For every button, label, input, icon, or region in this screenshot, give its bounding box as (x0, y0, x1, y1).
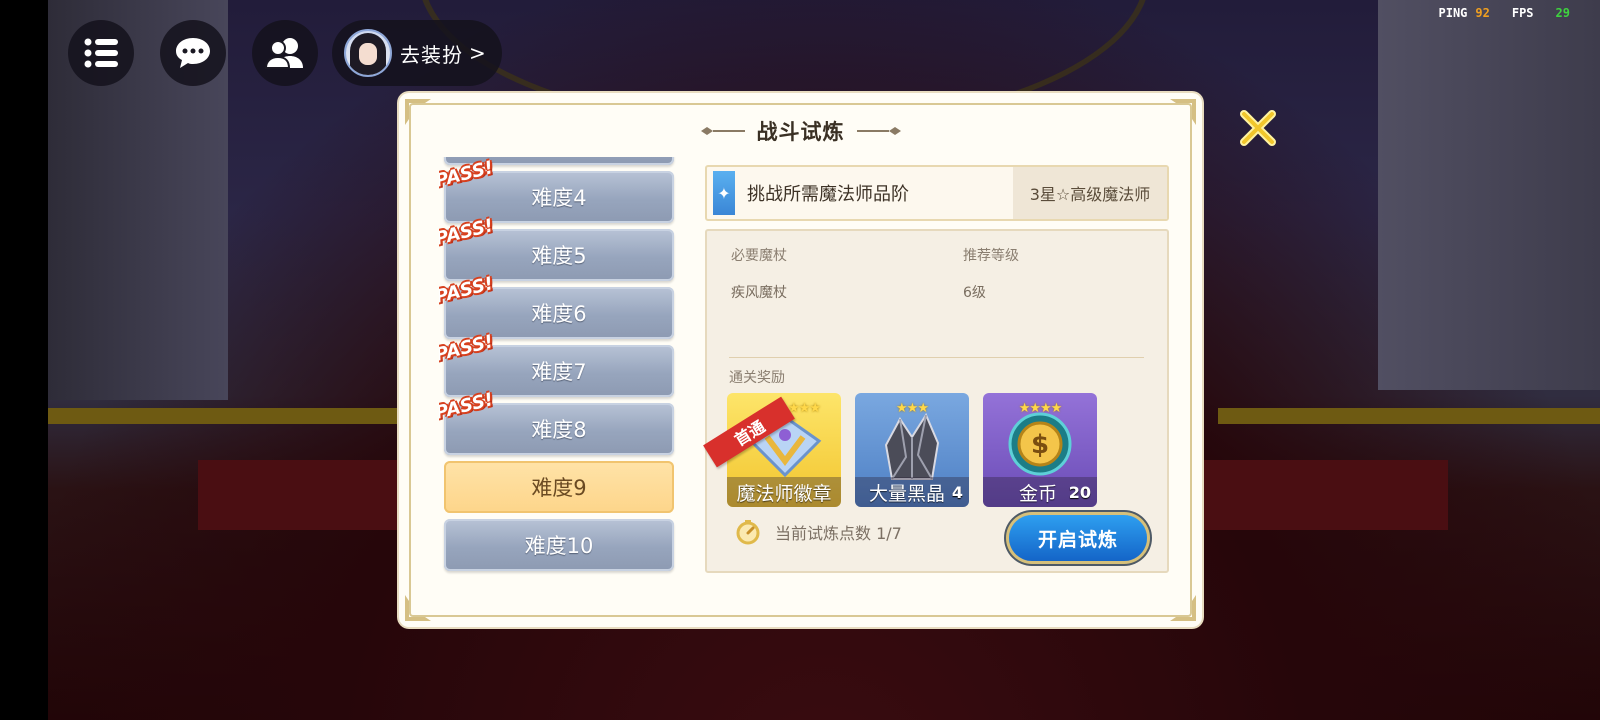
requirement-value: 3星☆高级魔法师 (1013, 167, 1167, 219)
reward-count: 4 (951, 483, 963, 502)
floor-stripe-right (1218, 408, 1600, 424)
menu-icon (84, 38, 118, 68)
stopwatch-icon (736, 520, 760, 545)
reward-name: 魔法师徽章 (727, 477, 841, 507)
avatar (344, 29, 392, 77)
fps-value: 29 (1555, 6, 1570, 20)
reward-item[interactable]: ★★★★ $ 金币 20 (983, 393, 1097, 507)
floor-stripe-left (48, 408, 408, 424)
menu-button[interactable] (68, 20, 134, 86)
gold-coin-icon: $ (1008, 412, 1072, 476)
requirement-label: 挑战所需魔法师品阶 (747, 184, 909, 205)
corner-ornament-icon (405, 595, 431, 621)
sparkle-icon: ✦ (713, 171, 735, 215)
level-title: 推荐等级 (963, 248, 1019, 264)
network-stats: PING 92 FPS 29 (1439, 6, 1571, 20)
difficulty-item-selected[interactable]: 难度9 (444, 461, 674, 513)
difficulty-label: 难度7 (531, 360, 587, 384)
reward-item[interactable]: ★★★ 大量黑晶 4 (855, 393, 969, 507)
chevron-right-icon: > (469, 41, 487, 65)
difficulty-label: 难度4 (531, 186, 587, 210)
wand-value: 疾风魔杖 (731, 285, 787, 301)
title-ornament-right-icon (856, 127, 901, 135)
pillar-right (1378, 0, 1600, 390)
difficulty-label: 难度8 (531, 418, 587, 442)
start-trial-button[interactable]: 开启试炼 (1009, 515, 1147, 561)
difficulty-label: 难度6 (531, 302, 587, 326)
trial-info-panel: 必要魔杖 推荐等级 疾风魔杖 6级 通关奖励 ★★★ 首通 魔法师徽章 ★★★ … (703, 229, 1169, 573)
dialog-header: 战斗试炼 (399, 113, 1202, 149)
chat-bubble-icon (176, 38, 210, 68)
dialog-title: 战斗试炼 (756, 120, 845, 144)
svg-text:$: $ (1031, 430, 1049, 460)
requirement-bar: ✦ 挑战所需魔法师品阶 3星☆高级魔法师 (705, 165, 1169, 221)
dress-up-button[interactable]: 去装扮 > (332, 20, 502, 86)
corner-ornament-icon (1170, 595, 1196, 621)
fps-label: FPS (1511, 6, 1534, 20)
difficulty-label: 难度9 (531, 476, 587, 500)
chat-button[interactable] (160, 20, 226, 86)
black-crystal-icon (884, 412, 940, 480)
battle-trial-dialog: 战斗试炼 难度4 PASS! 难度5 PASS! 难度6 PASS! 难度7 P… (399, 93, 1202, 627)
rewards-title: 通关奖励 (729, 370, 785, 386)
friends-button[interactable] (252, 20, 318, 86)
dress-up-label: 去装扮 (400, 42, 463, 67)
wand-title: 必要魔杖 (731, 248, 787, 264)
title-ornament-left-icon (700, 127, 745, 135)
difficulty-list[interactable]: 难度4 PASS! 难度5 PASS! 难度6 PASS! 难度7 PASS! … (439, 157, 679, 577)
reward-count: 20 (1068, 483, 1091, 502)
close-button[interactable] (1236, 106, 1280, 150)
friends-icon (265, 38, 303, 69)
level-value: 6级 (963, 285, 986, 301)
ping-value: 92 (1475, 6, 1490, 20)
difficulty-item[interactable]: 难度10 (444, 519, 674, 571)
difficulty-label: 难度10 (524, 534, 594, 558)
ping-label: PING (1438, 6, 1468, 20)
close-icon (1240, 110, 1276, 146)
difficulty-label: 难度5 (531, 244, 587, 268)
divider (729, 357, 1144, 358)
reward-item[interactable]: ★★★ 首通 魔法师徽章 (703, 393, 841, 507)
trial-points: 当前试炼点数 1/7 (735, 519, 902, 545)
trial-points-label: 当前试炼点数 1/7 (775, 524, 902, 543)
